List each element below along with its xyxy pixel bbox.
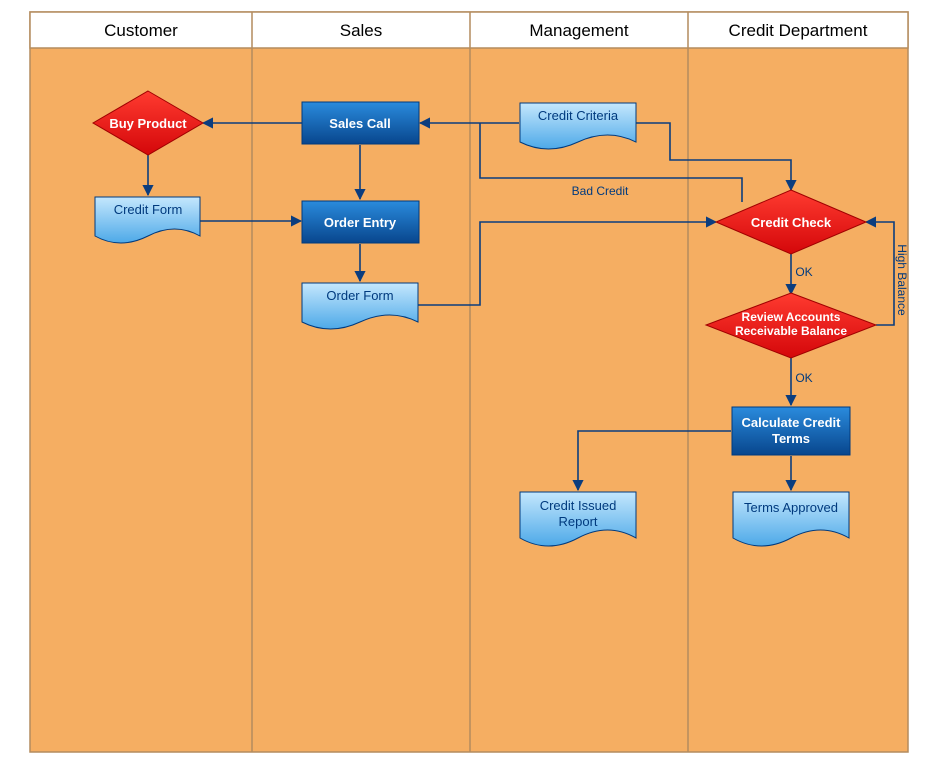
credit-criteria-label: Credit Criteria [538,108,619,123]
lane-header-credit: Credit Department [729,21,868,40]
order-form-label: Order Form [326,288,393,303]
credit-issued-label-2: Report [558,514,597,529]
review-accounts-label-1: Review Accounts [742,310,841,324]
edge-label-ok-1: OK [795,265,812,279]
credit-check-label: Credit Check [751,215,832,230]
process-order-entry: Order Entry [302,201,419,243]
calc-credit-label-2: Terms [772,431,810,446]
lane-header-customer: Customer [104,21,178,40]
buy-product-label: Buy Product [109,116,187,131]
credit-form-label: Credit Form [114,202,183,217]
edge-label-bad-credit: Bad Credit [572,184,629,198]
lane-header-sales: Sales [340,21,383,40]
process-sales-call: Sales Call [302,102,419,144]
swimlane-flowchart: Customer Sales Management Credit Departm… [0,0,937,764]
process-calculate-credit-terms: Calculate Credit Terms [732,407,850,455]
review-accounts-label-2: Receivable Balance [735,324,847,338]
sales-call-label: Sales Call [329,116,390,131]
calc-credit-label-1: Calculate Credit [742,415,842,430]
edge-label-high-balance: High Balance [895,244,909,316]
order-entry-label: Order Entry [324,215,397,230]
terms-approved-label: Terms Approved [744,500,838,515]
edge-label-ok-2: OK [795,371,812,385]
credit-issued-label-1: Credit Issued [540,498,617,513]
lane-header-management: Management [529,21,629,40]
